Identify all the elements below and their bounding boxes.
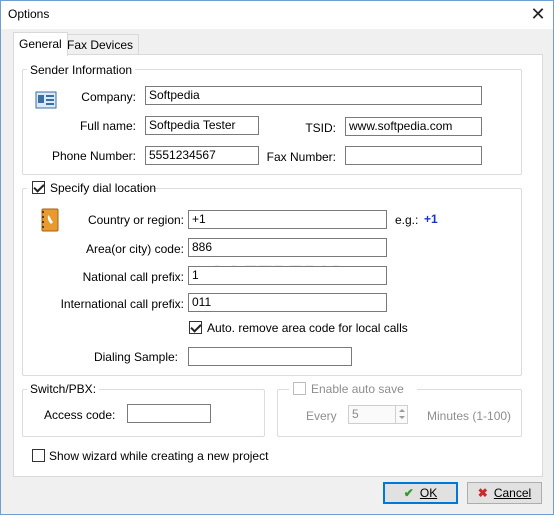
auto-save-label: Enable auto save <box>311 382 404 396</box>
phone-number-field[interactable]: 5551234567 <box>145 146 259 165</box>
access-code-field[interactable] <box>127 404 211 423</box>
minutes-range-label: Minutes (1-100) <box>427 409 512 423</box>
area-code-label: Area(or city) code: <box>85 242 184 256</box>
access-code-label: Access code: <box>44 408 116 422</box>
every-spinner[interactable] <box>395 405 408 424</box>
country-region-field[interactable]: +1 <box>188 210 387 229</box>
general-panel: Sender Information Company: Softpedia Fu… <box>13 54 543 477</box>
example-label: e.g.: <box>395 213 419 227</box>
spin-up-icon[interactable] <box>399 409 405 412</box>
tab-general[interactable]: General <box>13 32 68 56</box>
auto-remove-checkbox[interactable] <box>189 321 202 334</box>
dial-location-legend-box: Specify dial location <box>27 181 156 195</box>
address-card-icon <box>35 90 57 110</box>
auto-save-checkbox[interactable] <box>293 382 306 395</box>
sender-information-legend: Sender Information <box>27 63 136 77</box>
area-code-field[interactable]: 886 <box>188 238 387 257</box>
close-icon[interactable]: ✕ <box>523 1 553 29</box>
show-wizard-label: Show wizard while creating a new project <box>49 449 269 463</box>
show-wizard-checkbox[interactable] <box>32 449 45 462</box>
example-value: +1 <box>424 212 438 226</box>
international-prefix-label: International call prefix: <box>60 297 184 311</box>
phone-book-icon <box>40 208 60 232</box>
fullname-field[interactable]: Softpedia Tester <box>145 116 259 135</box>
tsid-label: TSID: <box>305 121 336 135</box>
fullname-label: Full name: <box>79 119 136 133</box>
switch-pbx-legend: Switch/PBX: <box>27 382 100 396</box>
dialing-sample-field <box>188 347 352 366</box>
tab-fax-devices[interactable]: Fax Devices <box>61 34 140 55</box>
company-label: Company: <box>81 90 136 104</box>
auto-save-legend-box: Enable auto save <box>289 382 417 396</box>
auto-remove-label: Auto. remove area code for local calls <box>207 321 408 335</box>
ok-button[interactable]: ✔ OK <box>383 482 458 504</box>
tsid-field[interactable]: www.softpedia.com <box>345 117 482 136</box>
dial-location-checkbox[interactable] <box>32 181 45 194</box>
dialing-sample-label: Dialing Sample: <box>93 350 178 364</box>
check-icon: ✔ <box>403 486 414 500</box>
international-prefix-field[interactable]: 011 <box>188 293 387 312</box>
national-prefix-label: National call prefix: <box>82 270 184 284</box>
company-field[interactable]: Softpedia <box>145 86 482 105</box>
fax-number-label: Fax Number: <box>266 150 336 164</box>
fax-number-field[interactable] <box>345 146 482 165</box>
national-prefix-field[interactable]: 1 <box>188 266 387 285</box>
spin-down-icon[interactable] <box>399 416 405 419</box>
country-region-label: Country or region: <box>87 213 184 227</box>
dial-location-legend: Specify dial location <box>50 181 157 195</box>
options-dialog: Options ✕ General Fax Devices Sender Inf… <box>0 0 554 515</box>
cancel-button[interactable]: ✖ Cancel <box>467 482 542 504</box>
title-bar[interactable]: Options ✕ <box>1 1 553 29</box>
window-title: Options <box>8 7 50 21</box>
every-label: Every <box>306 409 337 423</box>
cancel-x-icon: ✖ <box>477 486 488 500</box>
phone-number-label: Phone Number: <box>51 149 136 163</box>
